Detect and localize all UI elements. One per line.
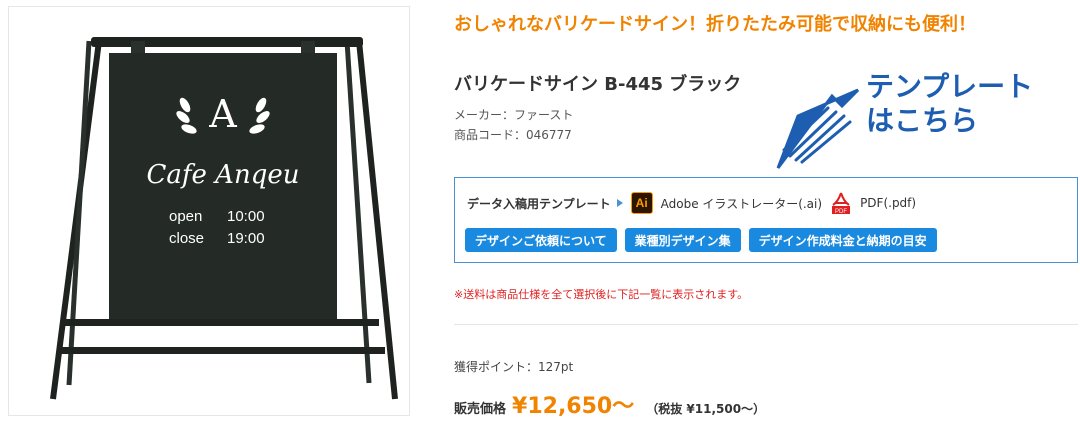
annotation-line-1: テンプレート (866, 70, 1034, 103)
product-image: A Cafe Anqeu open 10:00 close 19:00 (8, 6, 410, 416)
product-maker: メーカー：ファースト (454, 108, 574, 122)
price-label: 販売価格 (454, 402, 507, 417)
design-buttons: デザインご依頼について 業種別デザイン集 デザイン作成料金と納期の目安 (465, 228, 937, 252)
product-title: バリケードサイン B-445 ブラック (454, 74, 742, 95)
template-box: データ入稿用テンプレート Ai Adobe イラストレーター(.ai) PDF … (454, 177, 1078, 263)
template-label: データ入稿用テンプレート (467, 196, 611, 211)
sign-close-time: 19:00 (227, 230, 265, 247)
annotation-line-2: はこちら (866, 104, 979, 137)
pdf-icon-label: PDF (835, 209, 847, 215)
ai-template-link[interactable]: Adobe イラストレーター(.ai) (661, 195, 822, 212)
shipping-note: ※送料は商品仕様を全て選択後に下記一覧に表示されます。 (454, 288, 749, 301)
sign-open-label: open (169, 208, 202, 225)
price-value: ¥12,650〜 (512, 394, 635, 419)
illustrator-icon[interactable]: Ai (630, 192, 653, 214)
hand-drawn-arrow-icon (776, 88, 860, 169)
sign-open-time: 10:00 (227, 208, 265, 225)
design-request-button[interactable]: デザインご依頼について (465, 228, 617, 252)
earned-points: 獲得ポイント：127pt (454, 360, 574, 374)
template-download-row: データ入稿用テンプレート Ai Adobe イラストレーター(.ai) PDF … (467, 191, 916, 215)
price-tax-excluded: （税抜 ¥11,500〜） (646, 402, 766, 416)
pdf-icon[interactable]: PDF (830, 191, 852, 215)
sign-crossbar (59, 347, 385, 354)
sign-close-label: close (169, 230, 204, 247)
pdf-template-link[interactable]: PDF(.pdf) (860, 196, 916, 210)
template-annotation: テンプレート はこちら (866, 70, 1078, 138)
sign-crossbar (63, 319, 379, 326)
sign-logo-letter: A (208, 92, 237, 136)
catchcopy: おしゃれなバリケードサイン！折りたたみ可能で収納にも便利！ (454, 14, 976, 35)
price-row: 販売価格 ¥12,650〜 （税抜 ¥11,500〜） (454, 388, 765, 420)
triangle-right-icon (616, 199, 623, 207)
sign-leg (50, 40, 102, 400)
divider (454, 324, 1078, 325)
industry-design-button[interactable]: 業種別デザイン集 (624, 228, 741, 252)
product-code: 商品コード：046777 (454, 128, 572, 142)
sign-leg (66, 40, 92, 386)
design-fee-button[interactable]: デザイン作成料金と納期の目安 (748, 228, 937, 252)
sign-shop-name: Cafe Anqeu (147, 160, 300, 190)
